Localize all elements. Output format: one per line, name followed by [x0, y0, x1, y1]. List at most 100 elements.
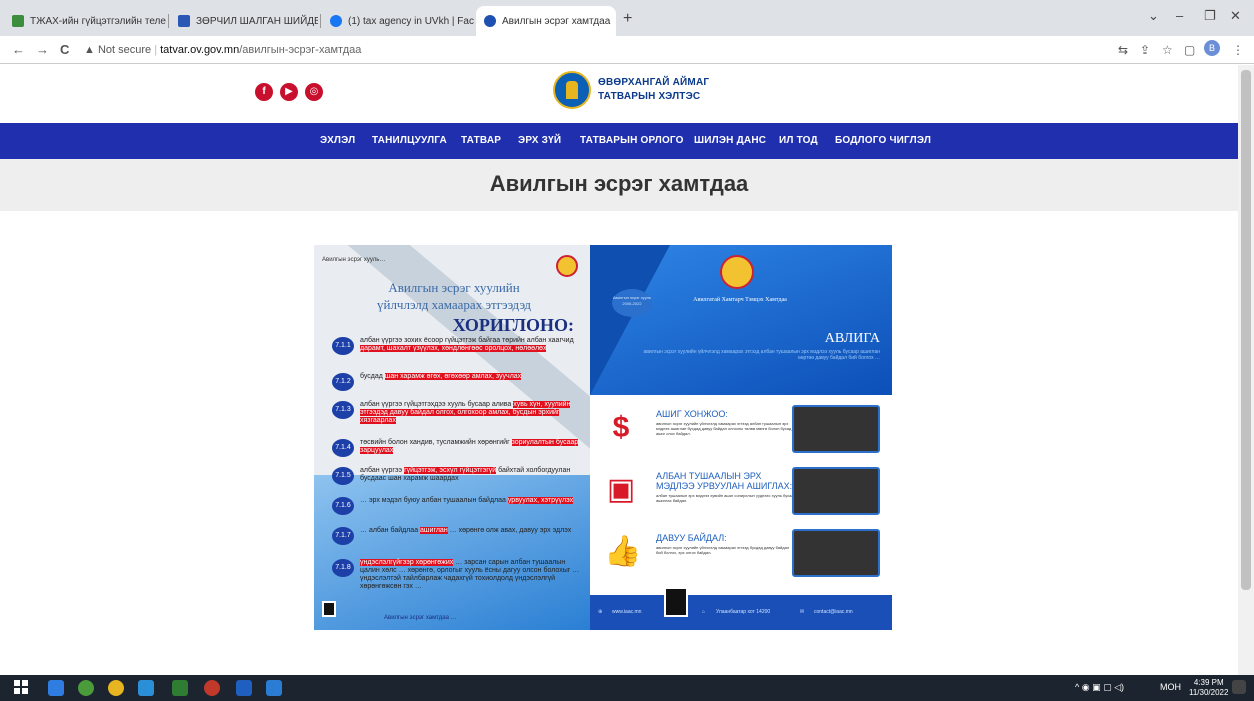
section-photo [792, 467, 880, 515]
taskbar-app-icon[interactable] [236, 680, 252, 696]
notification-icon[interactable] [1232, 680, 1246, 694]
menu-item-tax[interactable]: ТАТВАР [461, 135, 501, 146]
menu-kebab-icon[interactable]: ⋮ [1232, 43, 1244, 57]
tab-title: (1) tax agency in UVkh | Facebo… [348, 15, 474, 27]
maximize-button[interactable]: ❐ [1204, 8, 1216, 24]
browser-tab-strip: ТЖАХ-ийн гүйцэтгэлийн телев… ✕ ЗӨРЧИЛ ША… [0, 0, 1254, 36]
item-text-pre: албан үүргээ зохих ёсоор гүйцэтгэж байга… [360, 337, 574, 344]
minimize-button[interactable]: – [1176, 8, 1183, 23]
language-indicator[interactable]: МОН [1160, 682, 1181, 692]
prohibition-item: 7.1.2 бусдад шан харамж өгөх, өгөхөөр ам… [332, 373, 582, 391]
home-icon: ⌂ [702, 609, 706, 615]
new-tab-button[interactable]: + [623, 10, 632, 28]
windows-start-icon[interactable] [14, 680, 30, 696]
item-text-pre: … албан байдлаа [360, 527, 421, 534]
facebook-icon[interactable]: f [255, 83, 273, 101]
item-number: 7.1.3 [332, 401, 354, 419]
item-text: … эрх мэдэл буюу албан тушаалын байдлаа … [360, 497, 574, 515]
clock[interactable]: 4:39 PM 11/30/2022 [1189, 678, 1228, 698]
section-body: авилгын эсрэг хуулийн үйлчлэлд хамаарах … [656, 545, 790, 555]
tab-2[interactable]: ЗӨРЧИЛ ШАЛГАН ШИЙДВЭРЛ… ✕ [170, 6, 318, 36]
word-icon[interactable] [266, 680, 282, 696]
not-secure-label[interactable]: ▲ Not secure [84, 44, 151, 56]
prohibition-item: 7.1.3 албан үүргээ гүйцэтгэхдээ хууль бу… [332, 401, 582, 425]
tab-separator [320, 14, 321, 28]
bookmark-star-icon[interactable]: ☆ [1162, 43, 1173, 57]
menu-item-law[interactable]: ЭРХ ЗҮЙ [518, 135, 561, 146]
scrollbar-thumb[interactable] [1241, 70, 1251, 590]
taskbar-app-icon[interactable] [78, 680, 94, 696]
side-panel-icon[interactable]: ▢ [1184, 43, 1195, 57]
tab-favicon-icon [484, 15, 496, 27]
share-icon[interactable]: ⇪ [1140, 43, 1150, 57]
item-text: албан үүргээ гүйцэтгэхдээ хууль бусаар а… [360, 401, 582, 425]
chrome-icon[interactable] [108, 680, 124, 696]
tab-title: ТЖАХ-ийн гүйцэтгэлийн телев… [30, 15, 166, 27]
tab-separator [168, 14, 169, 28]
prohibition-item: 7.1.7 … албан байдлаа ашиглан … хөрөнгө … [332, 527, 582, 545]
windows-taskbar: ^ ◉ ▣ ▢ ◁) МОН 4:39 PM 11/30/2022 [0, 675, 1254, 701]
tab-1[interactable]: ТЖАХ-ийн гүйцэтгэлийн телев… ✕ [4, 6, 166, 36]
translate-icon[interactable]: ⇆ [1118, 43, 1128, 57]
mail-icon: ✉ [800, 609, 805, 615]
taskbar-app-icon[interactable] [204, 680, 220, 696]
item-text: албан үүргээ гүйцэтгэж, эсхүл гүйцэтгэгү… [360, 467, 582, 485]
menu-item-transparency[interactable]: ИЛ ТОД [779, 135, 818, 146]
reload-button[interactable]: C [60, 42, 69, 57]
url-field[interactable]: ▲ Not secure | tatvar.ov.gov.mn/авилгын-… [84, 44, 361, 56]
footer-email: contact@iaac.mn [814, 609, 853, 615]
footer-address: Улаанбаатар хот 14200 [716, 609, 771, 615]
main-menu: ЭХЛЭЛ ТАНИЛЦУУЛГА ТАТВАР ЭРХ ЗҮЙ ТАТВАРЫ… [0, 123, 1238, 159]
poster-right-title: АВЛИГА [824, 331, 880, 346]
item-text: үндэслэлгүйгээр хөрөнгөжих … зарсан сары… [360, 559, 582, 591]
item-text-pre: төсвийн болон хандив, тусламжийн хөрөнги… [360, 439, 512, 446]
menu-item-about[interactable]: ТАНИЛЦУУЛГА [372, 135, 447, 146]
item-text-highlight: урвуулах, хэтрүүлэх [507, 497, 574, 504]
instagram-icon[interactable]: ◎ [305, 83, 323, 101]
excel-icon[interactable] [172, 680, 188, 696]
site-logo[interactable] [553, 71, 591, 109]
item-text-highlight: ашиглан [420, 527, 448, 534]
menu-item-revenue[interactable]: ТАТВАРЫН ОРЛОГО [580, 135, 684, 146]
poster-badge: Авилгын эсрэг хууль 2006-2022 [612, 289, 652, 317]
menu-item-policy[interactable]: БОДЛОГО ЧИГЛЭЛ [835, 135, 931, 146]
taskbar-app-icon[interactable] [48, 680, 64, 696]
tab-4-active[interactable]: Авилгын эсрэг хамтдаа ✕ [476, 6, 616, 36]
close-icon[interactable]: ✕ [610, 15, 616, 28]
page-title: Авилгын эсрэг хамтдаа [489, 171, 749, 196]
item-text-highlight: дарамт, шахалт үзүүлэх, хөндлөнгөөс орол… [360, 345, 547, 352]
prohibition-item: 7.1.8 үндэслэлгүйгээр хөрөнгөжих … зарса… [332, 559, 582, 591]
taskbar-app-icon[interactable] [138, 680, 154, 696]
back-button[interactable]: ← [12, 42, 25, 57]
org-name: ӨВӨРХАНГАЙ АЙМАГ ТАТВАРЫН ХЭЛТЭС [598, 76, 709, 104]
prohibition-item: 7.1.5 албан үүргээ гүйцэтгэж, эсхүл гүйц… [332, 467, 582, 485]
window-close-button[interactable]: ✕ [1230, 8, 1241, 24]
poster-section: $ АШИГ ХОНЖОО: авилгын эсрэг хуулийн үйл… [600, 405, 890, 471]
poster-footer: Авилгын эсрэг хамтдаа … [384, 615, 457, 621]
item-number: 7.1.1 [332, 337, 354, 355]
prohibition-item: 7.1.1 албан үүргээ зохих ёсоор гүйцэтгэж… [332, 337, 582, 355]
item-number: 7.1.5 [332, 467, 354, 485]
poster-org-name: Авилгатай Хамтарч Тэмцэх Хамтдаа [693, 297, 787, 303]
address-bar-row: ← → C ▲ Not secure | tatvar.ov.gov.mn/ав… [0, 36, 1254, 64]
menu-item-glass-account[interactable]: ШИЛЭН ДАНС [694, 135, 766, 146]
page-title-bar: Авилгын эсрэг хамтдаа [0, 159, 1238, 211]
qr-code [664, 587, 688, 617]
money-hand-icon: $ [612, 411, 630, 444]
org-name-line1: ӨВӨРХАНГАЙ АЙМАГ [598, 77, 710, 88]
profile-avatar[interactable]: B [1204, 40, 1220, 56]
tray-icons[interactable]: ^ ◉ ▣ ▢ ◁) [1075, 682, 1124, 693]
tab-search-icon[interactable]: ⌄ [1148, 8, 1159, 24]
forward-button[interactable]: → [36, 42, 49, 57]
menu-item-home[interactable]: ЭХЛЭЛ [320, 135, 355, 146]
poster-heading-1: Авилгын эсрэг хуулийн [388, 280, 520, 295]
item-text-highlight: шан харамж өгөх, өгөхөөр амлах, зуучлах [384, 373, 522, 380]
item-text-highlight: үндэслэлгүйгээр хөрөнгөжих [360, 559, 454, 566]
item-number: 7.1.4 [332, 439, 354, 457]
emblem-icon [720, 255, 754, 289]
tab-3[interactable]: (1) tax agency in UVkh | Facebo… ✕ [322, 6, 474, 36]
footer-web: www.iaac.mn [612, 609, 642, 615]
poster-section: 👍 ДАВУУ БАЙДАЛ: авилгын эсрэг хуулийн үй… [600, 529, 890, 595]
youtube-icon[interactable]: ▶ [280, 83, 298, 101]
anti-corruption-poster: Авилгын эсрэг хууль… Авилгын эсрэг хуули… [314, 245, 892, 630]
